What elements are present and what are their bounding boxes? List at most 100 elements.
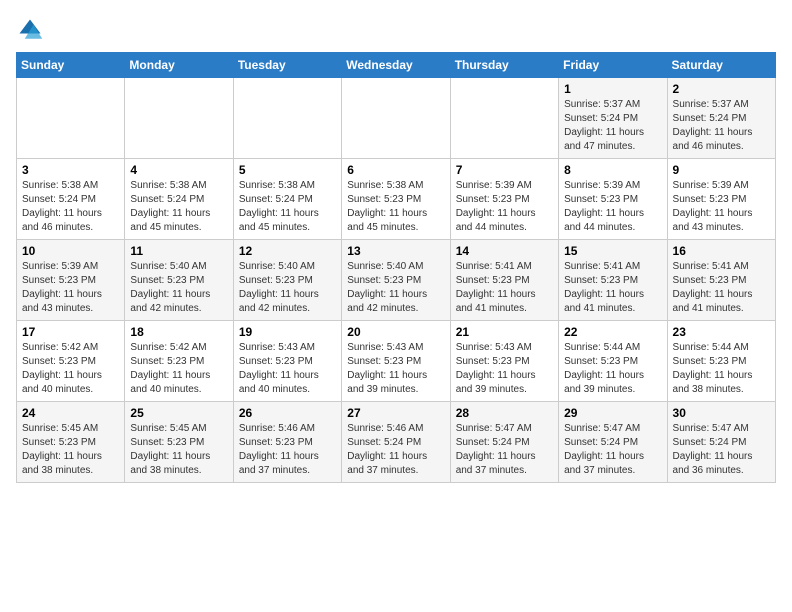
day-number: 30 [673,406,770,420]
table-row [17,78,125,159]
day-info: Sunrise: 5:38 AMSunset: 5:24 PMDaylight:… [130,179,227,235]
day-number: 15 [564,244,661,258]
day-info: Sunrise: 5:41 AMSunset: 5:23 PMDaylight:… [673,260,770,316]
table-row [233,78,341,159]
table-row: 15 Sunrise: 5:41 AMSunset: 5:23 PMDayligh… [559,240,667,321]
day-info: Sunrise: 5:45 AMSunset: 5:23 PMDaylight:… [22,422,119,478]
day-info: Sunrise: 5:44 AMSunset: 5:23 PMDaylight:… [673,341,770,397]
day-number: 2 [673,82,770,96]
table-row: 22Sunrise: 5:44 AMSunset: 5:23 PMDayligh… [559,321,667,402]
table-row: 5 Sunrise: 5:38 AMSunset: 5:24 PMDaylight… [233,159,341,240]
day-number: 4 [130,163,227,177]
day-info: Sunrise: 5:47 AMSunset: 5:24 PMDaylight:… [564,422,661,478]
day-info: Sunrise: 5:39 AMSunset: 5:23 PMDaylight:… [456,179,553,235]
calendar-week-row: 3 Sunrise: 5:38 AMSunset: 5:24 PMDaylight… [17,159,776,240]
day-info: Sunrise: 5:40 AMSunset: 5:23 PMDaylight:… [239,260,336,316]
day-number: 20 [347,325,444,339]
day-number: 12 [239,244,336,258]
day-number: 29 [564,406,661,420]
day-number: 22 [564,325,661,339]
day-info: Sunrise: 5:43 AMSunset: 5:23 PMDaylight:… [239,341,336,397]
calendar-week-row: 1 Sunrise: 5:37 AMSunset: 5:24 PMDaylight… [17,78,776,159]
table-row: 13 Sunrise: 5:40 AMSunset: 5:23 PMDayligh… [342,240,450,321]
day-number: 9 [673,163,770,177]
day-info: Sunrise: 5:38 AMSunset: 5:23 PMDaylight:… [347,179,444,235]
day-info: Sunrise: 5:46 AMSunset: 5:24 PMDaylight:… [347,422,444,478]
day-number: 5 [239,163,336,177]
table-row: 17Sunrise: 5:42 AMSunset: 5:23 PMDayligh… [17,321,125,402]
table-row: 29 Sunrise: 5:47 AMSunset: 5:24 PMDayligh… [559,402,667,483]
table-row: 24 Sunrise: 5:45 AMSunset: 5:23 PMDayligh… [17,402,125,483]
day-info: Sunrise: 5:40 AMSunset: 5:23 PMDaylight:… [130,260,227,316]
day-number: 17 [22,325,119,339]
day-number: 28 [456,406,553,420]
day-info: Sunrise: 5:43 AMSunset: 5:23 PMDaylight:… [456,341,553,397]
day-info: Sunrise: 5:41 AMSunset: 5:23 PMDaylight:… [564,260,661,316]
table-row [125,78,233,159]
day-info: Sunrise: 5:37 AMSunset: 5:24 PMDaylight:… [564,98,661,154]
day-info: Sunrise: 5:39 AMSunset: 5:23 PMDaylight:… [22,260,119,316]
day-info: Sunrise: 5:39 AMSunset: 5:23 PMDaylight:… [564,179,661,235]
table-row: 25Sunrise: 5:45 AMSunset: 5:23 PMDayligh… [125,402,233,483]
day-number: 16 [673,244,770,258]
table-row: 9 Sunrise: 5:39 AMSunset: 5:23 PMDaylight… [667,159,775,240]
day-number: 3 [22,163,119,177]
table-row: 12 Sunrise: 5:40 AMSunset: 5:23 PMDayligh… [233,240,341,321]
day-info: Sunrise: 5:40 AMSunset: 5:23 PMDaylight:… [347,260,444,316]
day-number: 1 [564,82,661,96]
day-info: Sunrise: 5:42 AMSunset: 5:23 PMDaylight:… [130,341,227,397]
calendar-week-row: 10 Sunrise: 5:39 AMSunset: 5:23 PMDayligh… [17,240,776,321]
day-number: 25 [130,406,227,420]
day-number: 7 [456,163,553,177]
page-header [16,16,776,44]
day-info: Sunrise: 5:37 AMSunset: 5:24 PMDaylight:… [673,98,770,154]
calendar-week-row: 24 Sunrise: 5:45 AMSunset: 5:23 PMDayligh… [17,402,776,483]
table-row: 6 Sunrise: 5:38 AMSunset: 5:23 PMDaylight… [342,159,450,240]
day-info: Sunrise: 5:38 AMSunset: 5:24 PMDaylight:… [22,179,119,235]
table-row: 8 Sunrise: 5:39 AMSunset: 5:23 PMDaylight… [559,159,667,240]
table-row: 21 Sunrise: 5:43 AMSunset: 5:23 PMDayligh… [450,321,558,402]
header-saturday: Saturday [667,53,775,78]
table-row: 18 Sunrise: 5:42 AMSunset: 5:23 PMDayligh… [125,321,233,402]
day-number: 24 [22,406,119,420]
logo-icon [16,16,44,44]
weekday-header-row: Sunday Monday Tuesday Wednesday Thursday… [17,53,776,78]
table-row: 11 Sunrise: 5:40 AMSunset: 5:23 PMDayligh… [125,240,233,321]
table-row: 4 Sunrise: 5:38 AMSunset: 5:24 PMDaylight… [125,159,233,240]
header-tuesday: Tuesday [233,53,341,78]
header-monday: Monday [125,53,233,78]
day-number: 10 [22,244,119,258]
day-number: 18 [130,325,227,339]
table-row: 30Sunrise: 5:47 AMSunset: 5:24 PMDayligh… [667,402,775,483]
day-info: Sunrise: 5:46 AMSunset: 5:23 PMDaylight:… [239,422,336,478]
table-row: 27Sunrise: 5:46 AMSunset: 5:24 PMDayligh… [342,402,450,483]
header-friday: Friday [559,53,667,78]
table-row: 2 Sunrise: 5:37 AMSunset: 5:24 PMDaylight… [667,78,775,159]
table-row: 7 Sunrise: 5:39 AMSunset: 5:23 PMDaylight… [450,159,558,240]
logo [16,16,48,44]
day-number: 23 [673,325,770,339]
day-number: 13 [347,244,444,258]
day-info: Sunrise: 5:43 AMSunset: 5:23 PMDaylight:… [347,341,444,397]
day-number: 6 [347,163,444,177]
table-row: 1 Sunrise: 5:37 AMSunset: 5:24 PMDaylight… [559,78,667,159]
day-info: Sunrise: 5:38 AMSunset: 5:24 PMDaylight:… [239,179,336,235]
table-row: 14 Sunrise: 5:41 AMSunset: 5:23 PMDayligh… [450,240,558,321]
day-info: Sunrise: 5:41 AMSunset: 5:23 PMDaylight:… [456,260,553,316]
day-info: Sunrise: 5:39 AMSunset: 5:23 PMDaylight:… [673,179,770,235]
day-number: 11 [130,244,227,258]
day-number: 8 [564,163,661,177]
table-row: 3 Sunrise: 5:38 AMSunset: 5:24 PMDaylight… [17,159,125,240]
calendar-table: Sunday Monday Tuesday Wednesday Thursday… [16,52,776,483]
day-number: 14 [456,244,553,258]
table-row: 23 Sunrise: 5:44 AMSunset: 5:23 PMDayligh… [667,321,775,402]
table-row: 10 Sunrise: 5:39 AMSunset: 5:23 PMDayligh… [17,240,125,321]
day-number: 21 [456,325,553,339]
table-row: 26 Sunrise: 5:46 AMSunset: 5:23 PMDayligh… [233,402,341,483]
table-row [450,78,558,159]
table-row: 16 Sunrise: 5:41 AMSunset: 5:23 PMDayligh… [667,240,775,321]
header-thursday: Thursday [450,53,558,78]
day-number: 26 [239,406,336,420]
day-info: Sunrise: 5:47 AMSunset: 5:24 PMDaylight:… [456,422,553,478]
day-number: 19 [239,325,336,339]
